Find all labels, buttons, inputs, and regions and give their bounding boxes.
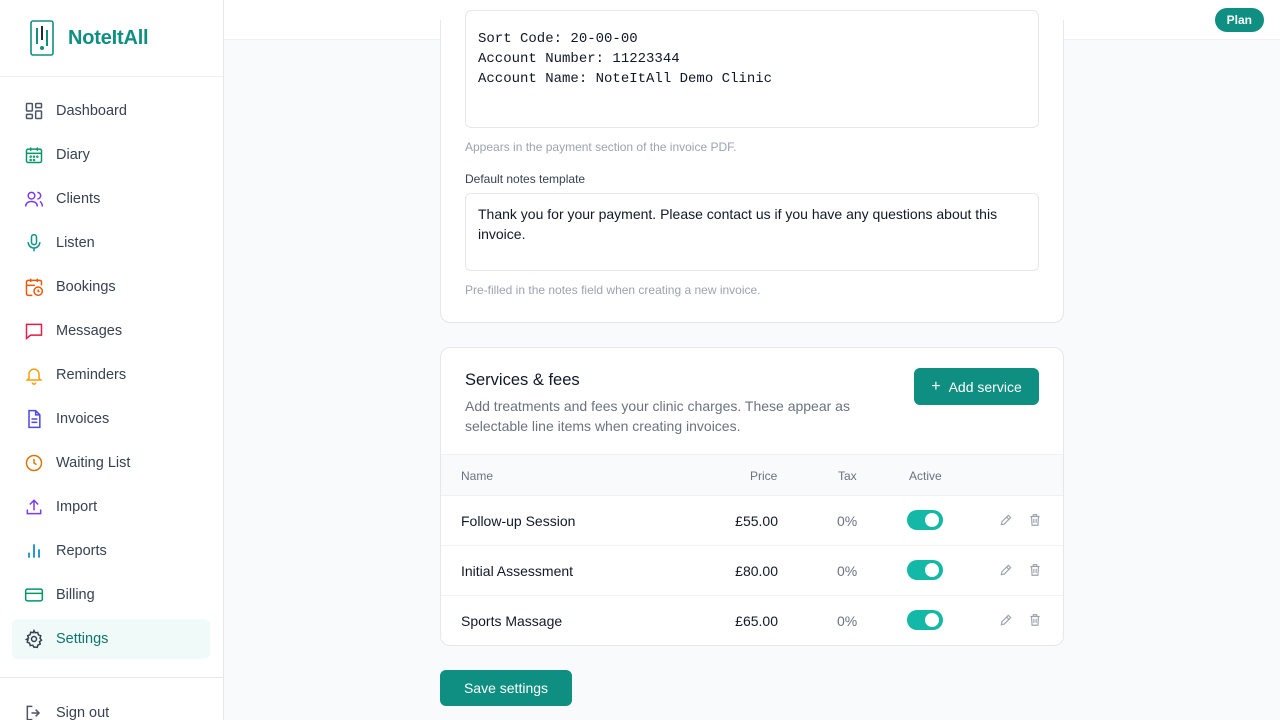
sidebar-item-label: Reports bbox=[56, 543, 107, 559]
active-toggle[interactable] bbox=[907, 560, 943, 580]
sidebar-item-messages[interactable]: Messages bbox=[12, 311, 210, 351]
users-icon bbox=[24, 189, 44, 209]
sidebar-item-listen[interactable]: Listen bbox=[12, 223, 210, 263]
sidebar-item-label: Diary bbox=[56, 147, 90, 163]
sidebar-item-label: Dashboard bbox=[56, 103, 127, 119]
services-fees-card: Services & fees Add treatments and fees … bbox=[440, 347, 1064, 646]
sidebar-item-label: Listen bbox=[56, 235, 95, 251]
brand[interactable]: NoteItAll bbox=[0, 0, 223, 77]
dashboard-icon bbox=[24, 101, 44, 121]
trash-icon[interactable] bbox=[1028, 563, 1042, 577]
service-price: £55.00 bbox=[735, 513, 778, 529]
notes-template-textarea[interactable]: Thank you for your payment. Please conta… bbox=[465, 193, 1039, 271]
sidebar-item-settings[interactable]: Settings bbox=[12, 619, 210, 659]
active-toggle[interactable] bbox=[907, 510, 943, 530]
bar-chart-icon bbox=[24, 541, 44, 561]
sidebar: NoteItAll Dashboard Diary Clients Listen bbox=[0, 0, 224, 720]
sign-out-button[interactable]: Sign out bbox=[12, 700, 109, 720]
payment-line: Account Name: NoteItAll Demo Clinic bbox=[478, 71, 773, 87]
table-row: Initial Assessment £80.00 0% bbox=[441, 546, 1063, 596]
pencil-icon[interactable] bbox=[999, 613, 1013, 627]
sidebar-item-reminders[interactable]: Reminders bbox=[12, 355, 210, 395]
service-tax: 0% bbox=[837, 613, 858, 629]
sidebar-item-label: Bookings bbox=[56, 279, 116, 295]
invoice-settings-card: Sort Code: 20-00-00 Account Number: 1122… bbox=[440, 10, 1064, 323]
payment-line: Sort Code: 20-00-00 bbox=[478, 31, 638, 47]
sidebar-item-dashboard[interactable]: Dashboard bbox=[12, 91, 210, 131]
notes-template-label: Default notes template bbox=[465, 172, 586, 186]
sign-out-icon bbox=[26, 705, 41, 720]
sidebar-item-billing[interactable]: Billing bbox=[12, 575, 210, 615]
service-price: £80.00 bbox=[735, 563, 778, 579]
message-icon bbox=[24, 321, 44, 341]
pencil-icon[interactable] bbox=[999, 563, 1013, 577]
services-table-header: Name Price Tax Active bbox=[441, 454, 1063, 496]
save-settings-button[interactable]: Save settings bbox=[440, 670, 572, 706]
service-name: Sports Massage bbox=[461, 613, 563, 629]
document-icon bbox=[24, 409, 44, 429]
column-header-tax: Tax bbox=[838, 469, 857, 483]
sidebar-item-import[interactable]: Import bbox=[12, 487, 210, 527]
payment-details-hint: Appears in the payment section of the in… bbox=[465, 140, 737, 154]
sidebar-item-clients[interactable]: Clients bbox=[12, 179, 210, 219]
calendar-clock-icon bbox=[24, 277, 44, 297]
pencil-icon[interactable] bbox=[999, 513, 1013, 527]
upload-icon bbox=[24, 497, 44, 517]
sidebar-item-diary[interactable]: Diary bbox=[12, 135, 210, 175]
service-price: £65.00 bbox=[735, 613, 778, 629]
credit-card-icon bbox=[24, 585, 44, 605]
trash-icon[interactable] bbox=[1028, 513, 1042, 527]
bell-icon bbox=[24, 365, 44, 385]
sidebar-item-label: Billing bbox=[56, 587, 95, 603]
sidebar-divider bbox=[0, 677, 223, 678]
microphone-icon bbox=[24, 233, 44, 253]
sidebar-item-invoices[interactable]: Invoices bbox=[12, 399, 210, 439]
table-row: Sports Massage £65.00 0% bbox=[441, 596, 1063, 645]
logo-icon bbox=[30, 20, 54, 56]
sidebar-item-label: Reminders bbox=[56, 367, 127, 383]
plus-icon: + bbox=[931, 377, 941, 395]
sidebar-item-label: Settings bbox=[56, 631, 109, 647]
plan-button[interactable]: Plan bbox=[1214, 8, 1264, 32]
services-description: Add treatments and fees your clinic char… bbox=[465, 398, 850, 434]
sidebar-item-label: Clients bbox=[56, 191, 101, 207]
sidebar-item-label: Invoices bbox=[56, 411, 110, 427]
sidebar-nav: Dashboard Diary Clients Listen Bookings bbox=[0, 77, 223, 659]
calendar-icon bbox=[24, 145, 44, 165]
app-name: NoteItAll bbox=[68, 26, 149, 49]
trash-icon[interactable] bbox=[1028, 613, 1042, 627]
clock-icon bbox=[24, 453, 44, 473]
column-header-price: Price bbox=[750, 469, 778, 483]
sidebar-item-bookings[interactable]: Bookings bbox=[12, 267, 210, 307]
column-header-name: Name bbox=[461, 469, 494, 483]
services-title: Services & fees bbox=[465, 371, 580, 389]
service-name: Initial Assessment bbox=[461, 563, 574, 579]
gear-icon bbox=[24, 629, 44, 649]
service-tax: 0% bbox=[837, 513, 858, 529]
sidebar-item-label: Messages bbox=[56, 323, 123, 339]
sidebar-item-reports[interactable]: Reports bbox=[12, 531, 210, 571]
sign-out-label: Sign out bbox=[56, 705, 110, 720]
sidebar-item-label: Waiting List bbox=[56, 455, 131, 471]
service-name: Follow-up Session bbox=[461, 513, 576, 529]
active-toggle[interactable] bbox=[907, 610, 943, 630]
notes-template-hint: Pre-filled in the notes field when creat… bbox=[465, 283, 761, 297]
service-tax: 0% bbox=[837, 563, 858, 579]
table-row: Follow-up Session £55.00 0% bbox=[441, 496, 1063, 546]
sidebar-item-waiting-list[interactable]: Waiting List bbox=[12, 443, 210, 483]
add-service-button[interactable]: + Add service bbox=[914, 368, 1039, 405]
payment-details-textarea[interactable]: Sort Code: 20-00-00 Account Number: 1122… bbox=[465, 10, 1039, 128]
payment-line: Account Number: 11223344 bbox=[478, 51, 680, 67]
sidebar-item-label: Import bbox=[56, 499, 98, 515]
column-header-active: Active bbox=[909, 469, 942, 483]
add-service-label: Add service bbox=[948, 378, 1022, 395]
